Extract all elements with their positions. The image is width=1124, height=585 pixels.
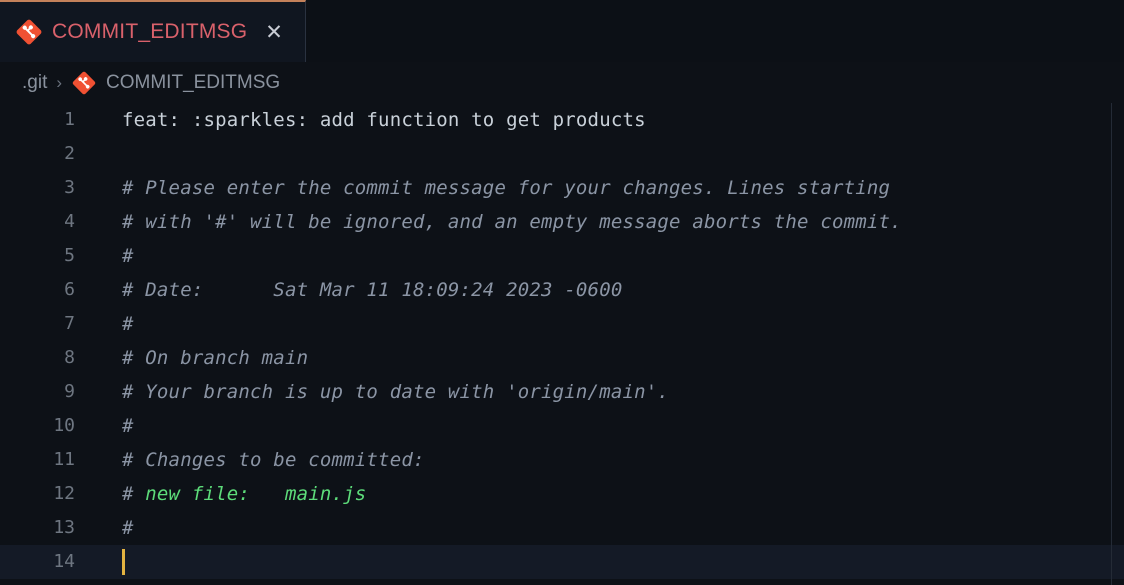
line-number: 14 xyxy=(53,551,75,572)
code-line[interactable]: 1 feat: :sparkles: add function to get pr… xyxy=(0,103,1124,137)
breadcrumb-item-file[interactable]: COMMIT_EDITMSG xyxy=(106,72,280,94)
line-content: # xyxy=(122,245,134,267)
line-content: # with '#' will be ignored, and an empty… xyxy=(122,211,902,233)
vertical-scrollbar[interactable] xyxy=(1111,103,1112,585)
code-line[interactable]: 14 xyxy=(0,545,1124,579)
comment-hash: # xyxy=(122,483,146,505)
line-content: # xyxy=(122,415,134,437)
line-content: # On branch main xyxy=(122,347,309,369)
code-editor-area[interactable]: 1 feat: :sparkles: add function to get pr… xyxy=(0,103,1124,585)
code-line[interactable]: 6 # Date: Sat Mar 11 18:09:24 2023 -0600 xyxy=(0,273,1124,307)
line-number: 7 xyxy=(64,313,75,334)
editor-tab-bar: COMMIT_EDITMSG ✕ xyxy=(0,0,1124,62)
code-line[interactable]: 5 # xyxy=(0,239,1124,273)
text-cursor xyxy=(122,549,125,575)
line-number: 10 xyxy=(53,415,75,436)
line-number: 2 xyxy=(64,143,75,164)
line-number: 1 xyxy=(64,109,75,130)
code-line[interactable]: 3 # Please enter the commit message for y… xyxy=(0,171,1124,205)
line-content: # new file: main.js xyxy=(122,477,366,511)
breadcrumb-item-git[interactable]: .git xyxy=(22,72,47,94)
vscode-editor-window: COMMIT_EDITMSG ✕ .git › COMMIT_EDITMSG 1… xyxy=(0,0,1124,585)
line-number: 5 xyxy=(64,245,75,266)
line-number: 12 xyxy=(53,483,75,504)
line-content: # Date: Sat Mar 11 18:09:24 2023 -0600 xyxy=(122,279,623,301)
git-file-icon xyxy=(71,70,97,96)
line-number: 4 xyxy=(64,211,75,232)
line-number: 11 xyxy=(53,449,75,470)
code-line[interactable]: 9 # Your branch is up to date with 'origi… xyxy=(0,375,1124,409)
code-line[interactable]: 11 # Changes to be committed: xyxy=(0,443,1124,477)
line-number: 6 xyxy=(64,279,75,300)
code-line[interactable]: 12 # new file: main.js xyxy=(0,477,1124,511)
line-number: 8 xyxy=(64,347,75,368)
code-line[interactable]: 8 # On branch main xyxy=(0,341,1124,375)
line-content: # xyxy=(122,517,134,539)
tab-commit-editmsg[interactable]: COMMIT_EDITMSG ✕ xyxy=(0,0,306,62)
code-line[interactable]: 7 # xyxy=(0,307,1124,341)
line-content: feat: :sparkles: add function to get pro… xyxy=(122,109,646,131)
code-line[interactable]: 13 # xyxy=(0,511,1124,545)
line-content: # Changes to be committed: xyxy=(122,449,425,471)
code-line[interactable]: 2 xyxy=(0,137,1124,171)
tab-label: COMMIT_EDITMSG xyxy=(52,20,248,43)
tab-bar-empty-area xyxy=(306,0,1124,62)
line-number: 13 xyxy=(53,517,75,538)
line-number: 9 xyxy=(64,381,75,402)
git-file-icon xyxy=(14,17,44,47)
line-content: # Please enter the commit message for yo… xyxy=(122,177,891,199)
code-line[interactable]: 10 # xyxy=(0,409,1124,443)
line-content: # Your branch is up to date with 'origin… xyxy=(122,381,670,403)
breadcrumb: .git › COMMIT_EDITMSG xyxy=(0,62,1124,103)
staged-file-entry: new file: main.js xyxy=(145,483,367,505)
code-line[interactable]: 4 # with '#' will be ignored, and an empt… xyxy=(0,205,1124,239)
line-number: 3 xyxy=(64,177,75,198)
chevron-right-icon: › xyxy=(56,72,63,92)
line-content: # xyxy=(122,313,134,335)
close-icon[interactable]: ✕ xyxy=(261,19,287,45)
